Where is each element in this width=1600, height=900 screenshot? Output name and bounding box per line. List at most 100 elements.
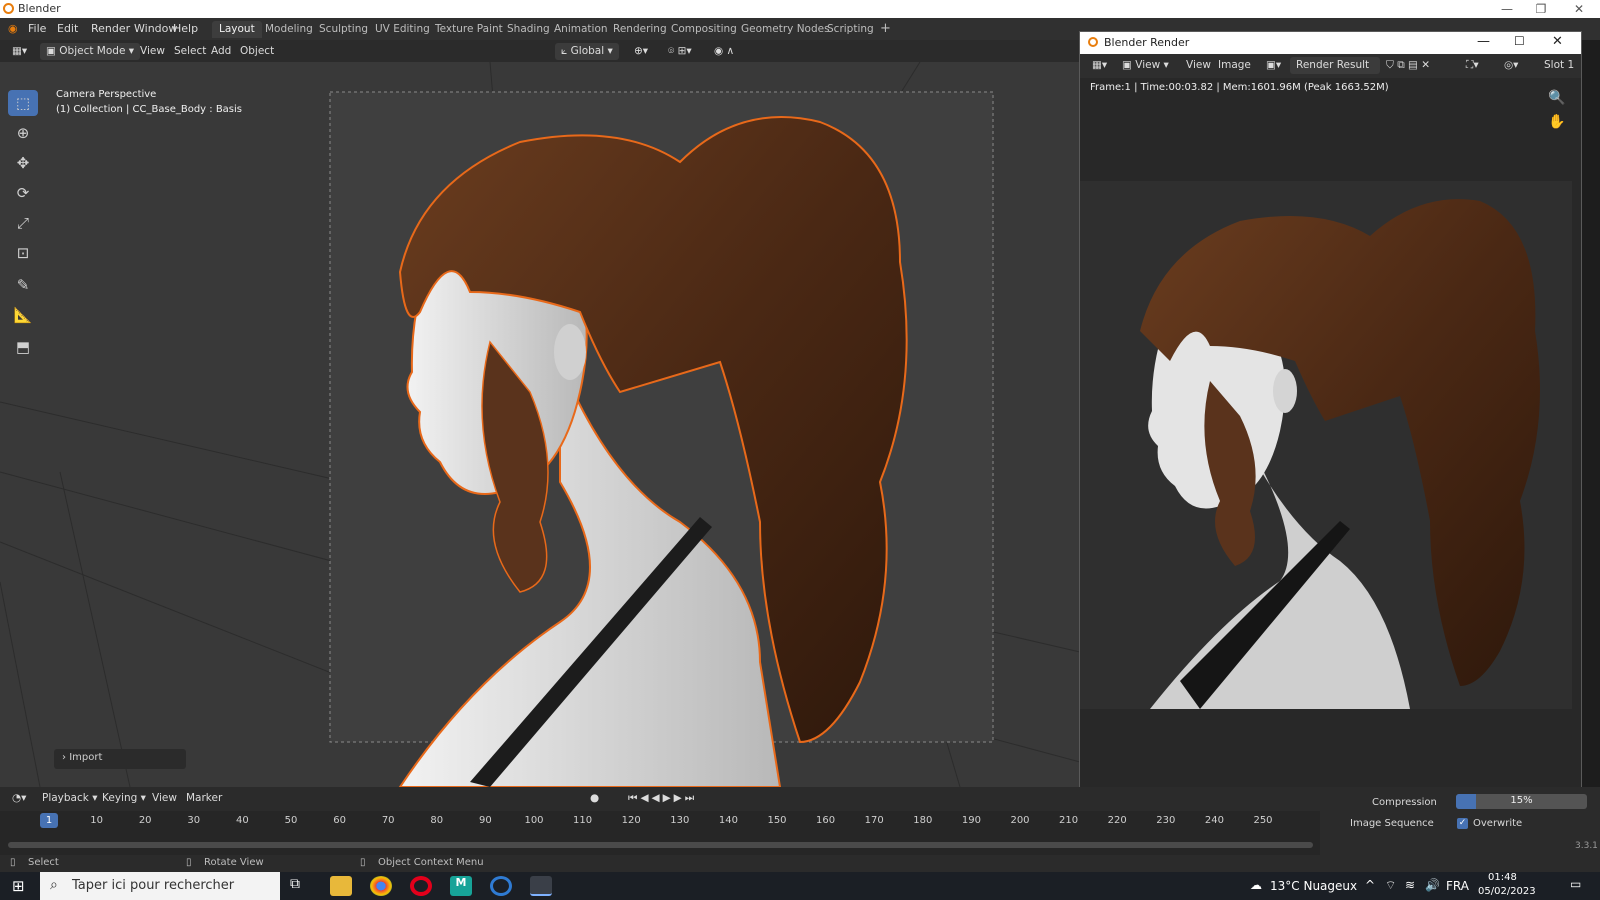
add-workspace-icon[interactable]: +: [873, 19, 898, 36]
timeline-menu-playback[interactable]: Playback ▾: [36, 790, 103, 807]
measure-tool-icon[interactable]: 📐: [8, 302, 38, 328]
slot-dropdown[interactable]: Slot 1: [1538, 57, 1580, 74]
timeline-editor-icon[interactable]: ◔▾: [6, 790, 32, 807]
overwrite-checkbox[interactable]: ✓: [1457, 818, 1468, 829]
menu-help[interactable]: Help: [173, 22, 198, 35]
playback-controls-icons[interactable]: ⏮◀◀▶▶⏭: [622, 790, 703, 807]
orientation-dropdown[interactable]: ⟀ Global ▾: [555, 43, 619, 60]
chevron-right-icon: ›: [62, 752, 66, 763]
network-icon[interactable]: ⌔: [1385, 878, 1396, 893]
render-toolbar: ▦▾ ▣ View ▾ View Image ▣▾ Render Result …: [1080, 54, 1581, 78]
close-icon[interactable]: ✕: [1562, 0, 1596, 18]
search-placeholder: Taper ici pour rechercher: [72, 878, 235, 893]
tab-compositing[interactable]: Compositing: [664, 21, 744, 38]
gizmo-icon[interactable]: ⛶▾: [1460, 57, 1485, 74]
timeline-tick-label: 10: [90, 815, 103, 826]
zoom-icon[interactable]: 🔍: [1548, 90, 1565, 106]
opera-icon[interactable]: [410, 876, 432, 896]
menu-object[interactable]: Object: [234, 43, 280, 60]
timeline-tick-label: 220: [1107, 815, 1127, 826]
clock-time[interactable]: 01:48: [1488, 872, 1517, 883]
notifications-icon[interactable]: ▭: [1570, 877, 1581, 891]
timeline-menu-view[interactable]: View: [146, 790, 183, 807]
image-editor-icon[interactable]: ▦▾: [1086, 57, 1113, 74]
move-tool-icon[interactable]: ✥: [8, 150, 38, 176]
image-name-field[interactable]: Render Result: [1290, 57, 1380, 74]
add-cube-tool-icon[interactable]: ⬒: [8, 334, 38, 360]
overlay-icon[interactable]: ◎▾: [1498, 57, 1524, 74]
tab-animation[interactable]: Animation: [547, 21, 615, 38]
playback-label: Playback: [42, 792, 89, 804]
timeline[interactable]: 1 10 20 30 40 50 60 70 80 90 100 110 120 130 140 150 16…: [0, 811, 1320, 855]
render-minimize-icon[interactable]: —: [1477, 34, 1490, 49]
task-view-icon[interactable]: ⧉: [290, 876, 312, 896]
tab-scripting[interactable]: Scripting: [820, 21, 881, 38]
timeline-menu-keying[interactable]: Keying ▾: [96, 790, 152, 807]
viewport-scene: [0, 62, 1080, 787]
language-indicator[interactable]: FRA: [1446, 879, 1469, 893]
render-window-title: Blender Render: [1104, 36, 1190, 49]
taskbar-search[interactable]: ⌕ Taper ici pour rechercher: [40, 872, 280, 900]
tab-modeling[interactable]: Modeling: [258, 21, 320, 38]
window-titlebar: Blender — ❐ ✕: [0, 0, 1600, 18]
tab-sculpting[interactable]: Sculpting: [312, 21, 375, 38]
volume-icon[interactable]: 🔊: [1425, 878, 1440, 892]
annotate-tool-icon[interactable]: ✎: [8, 272, 38, 298]
menu-edit[interactable]: Edit: [57, 22, 78, 35]
mouse-left-icon: ▯: [10, 857, 16, 868]
pivot-icon[interactable]: ⊕▾: [628, 43, 654, 60]
record-icon[interactable]: ●: [584, 790, 605, 807]
timeline-menu-marker[interactable]: Marker: [180, 790, 228, 807]
import-panel[interactable]: › Import: [54, 749, 186, 769]
render-window: Blender Render — ☐ ✕ ▦▾ ▣ View ▾ View Im…: [1079, 31, 1582, 808]
m-app-icon[interactable]: M: [450, 876, 472, 896]
menu-render[interactable]: Render: [91, 22, 130, 35]
menu-add[interactable]: Add: [205, 43, 237, 60]
render-maximize-icon[interactable]: ☐: [1514, 34, 1525, 48]
timeline-scrollbar[interactable]: [8, 842, 1313, 848]
snap-icon[interactable]: ⌾ ⊞▾: [662, 43, 698, 60]
minimize-icon[interactable]: —: [1490, 0, 1524, 18]
rotate-tool-icon[interactable]: ⟳: [8, 180, 38, 206]
timeline-tick-label: 40: [236, 815, 249, 826]
transform-tool-icon[interactable]: ⊡: [8, 240, 38, 266]
blender-taskbar-icon[interactable]: [530, 876, 552, 896]
editor-type-icon[interactable]: ▦▾: [6, 43, 33, 60]
windows-taskbar: ⊞ ⌕ Taper ici pour rechercher ⧉ M ☁ 13°C…: [0, 872, 1600, 900]
mode-dropdown[interactable]: ▣ Object Mode ▾: [40, 43, 141, 60]
menu-file[interactable]: File: [28, 22, 46, 35]
render-view-dropdown[interactable]: ▣ View ▾: [1116, 57, 1175, 74]
pan-hand-icon[interactable]: ✋: [1548, 114, 1565, 130]
tab-texture-paint[interactable]: Texture Paint: [428, 21, 510, 38]
render-result-image: [1080, 181, 1572, 709]
weather-text[interactable]: 13°C Nuageux: [1270, 879, 1357, 893]
c-app-icon[interactable]: [490, 876, 512, 896]
compression-value: 15%: [1510, 795, 1533, 806]
menu-view[interactable]: View: [134, 43, 171, 60]
scale-tool-icon[interactable]: ⤢: [8, 210, 38, 236]
tray-chevron-icon[interactable]: ^: [1365, 878, 1375, 892]
3d-viewport[interactable]: ⬚ ⊕ ✥ ⟳ ⤢ ⊡ ✎ 📐 ⬒ Camera Perspective (1)…: [0, 62, 1080, 787]
tab-uv-editing[interactable]: UV Editing: [368, 21, 437, 38]
menu-window[interactable]: Window: [134, 22, 177, 35]
select-box-tool-icon[interactable]: ⬚: [8, 90, 38, 116]
tab-layout[interactable]: Layout: [212, 21, 262, 38]
clock-date[interactable]: 05/02/2023: [1478, 886, 1536, 897]
blender-menu-icon[interactable]: ◉: [8, 22, 18, 35]
cursor-tool-icon[interactable]: ⊕: [8, 120, 38, 146]
playhead-frame[interactable]: 1: [40, 813, 58, 828]
image-browse-icon[interactable]: ▣▾: [1260, 57, 1287, 74]
timeline-tick-label: 110: [573, 815, 593, 826]
compression-slider[interactable]: 15%: [1456, 794, 1587, 809]
render-menu-image[interactable]: Image: [1212, 57, 1257, 74]
file-explorer-icon[interactable]: [330, 876, 352, 896]
maximize-icon[interactable]: ❐: [1524, 0, 1558, 18]
render-close-icon[interactable]: ✕: [1552, 34, 1563, 49]
collection-label: (1) Collection | CC_Base_Body : Basis: [56, 104, 243, 115]
wifi-icon[interactable]: ≋: [1405, 878, 1415, 892]
render-blender-icon: [1088, 37, 1098, 47]
chrome-icon[interactable]: [370, 876, 392, 896]
proportional-edit-icon[interactable]: ◉ ∧: [708, 43, 740, 60]
windows-start-icon[interactable]: ⊞: [12, 877, 25, 895]
image-actions-icons[interactable]: ⛉ ⧉ ▤ ✕: [1380, 57, 1436, 74]
